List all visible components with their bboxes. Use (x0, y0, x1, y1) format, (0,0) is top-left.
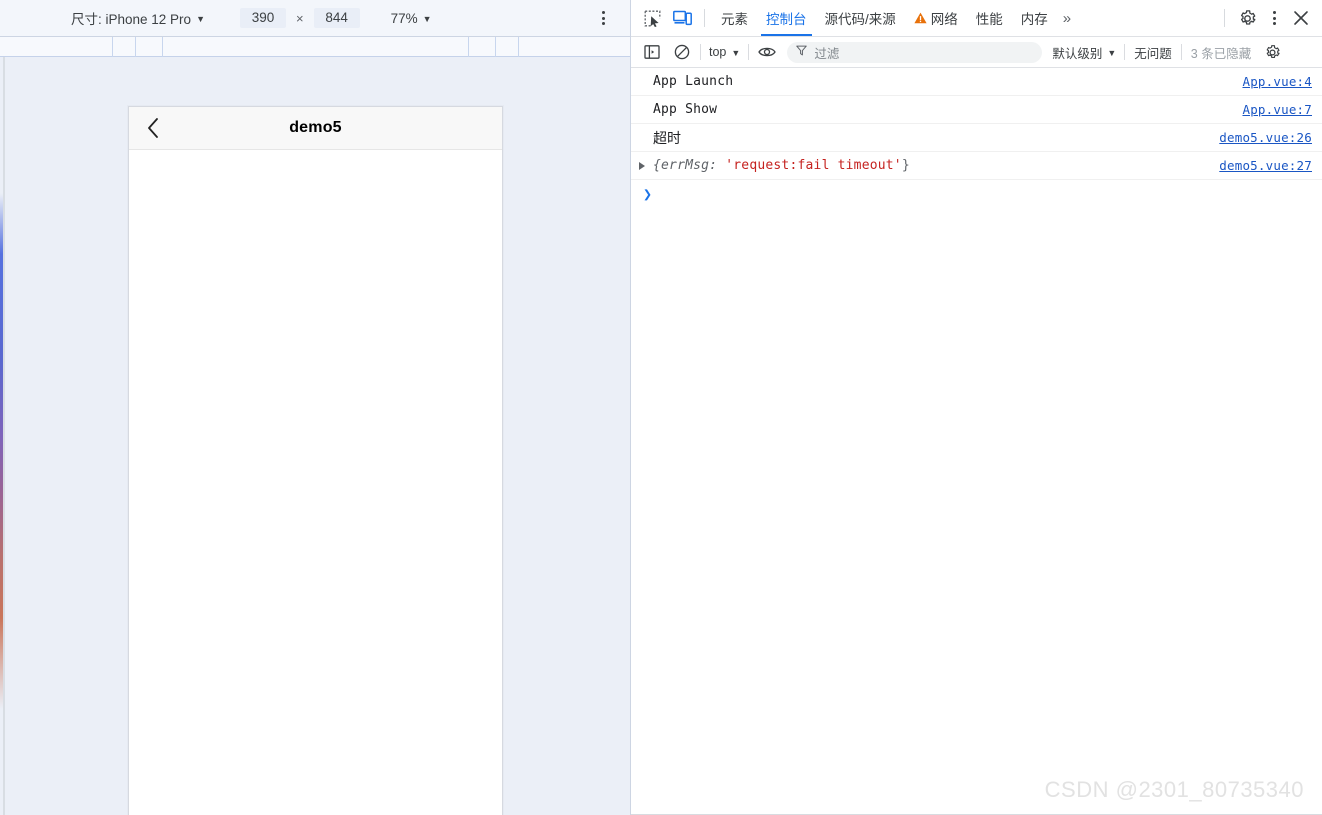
device-preset-label: 尺寸: iPhone 12 Pro (71, 12, 192, 27)
device-preset-select[interactable]: 尺寸: iPhone 12 Pro ▼ (66, 7, 210, 30)
expand-triangle-icon[interactable] (639, 161, 645, 170)
watermark: CSDN @2301_80735340 (1044, 777, 1304, 802)
console-message-text: 超时 (653, 129, 681, 146)
toggle-device-toolbar-icon[interactable] (668, 4, 696, 32)
console-source-link[interactable]: App.vue:4 (1228, 74, 1312, 89)
device-toolbar: 尺寸: iPhone 12 Pro ▼ 390 × 844 77% ▼ (0, 0, 630, 37)
close-icon[interactable] (1287, 4, 1315, 32)
dimension-separator: × (296, 10, 304, 26)
console-source-link[interactable]: demo5.vue:27 (1205, 158, 1312, 173)
execution-context-label: top (709, 45, 727, 59)
execution-context-select[interactable]: top ▼ (704, 41, 745, 63)
console-message-text: App Launch (653, 74, 734, 89)
console-source-link[interactable]: demo5.vue:26 (1205, 130, 1312, 145)
log-level-label: 默认级别 (1052, 46, 1103, 61)
toolbar-divider (1180, 44, 1182, 60)
emulation-canvas: demo5 (0, 57, 630, 815)
toolbar-divider (704, 9, 705, 27)
object-key: {errMsg: (653, 158, 726, 173)
chevron-down-icon: ▼ (731, 47, 741, 58)
tab-label: 网络 (930, 12, 958, 27)
clear-console-icon[interactable] (668, 38, 696, 66)
log-level-select[interactable]: 默认级别 ▼ (1047, 41, 1121, 63)
toolbar-divider (700, 44, 701, 60)
page-title: demo5 (289, 119, 342, 136)
inspect-element-icon[interactable] (638, 4, 666, 32)
console-message-row[interactable]: App Show App.vue:7 (631, 96, 1322, 124)
tab-memory[interactable]: 内存 (1012, 0, 1057, 36)
devtools-tabbar: 元素 控制台 源代码/来源 网络 性能 内存 » (631, 0, 1322, 37)
devtools-panel: 元素 控制台 源代码/来源 网络 性能 内存 » top ▼ 过滤 默认级别 ▼… (630, 0, 1322, 815)
toolbar-divider (748, 44, 750, 60)
tab-label: 控制台 (766, 12, 807, 27)
device-toolbar-more-button[interactable] (592, 7, 614, 29)
chevron-down-icon: ▼ (196, 13, 205, 24)
tab-network[interactable]: 网络 (905, 0, 967, 36)
console-input-prompt[interactable]: ❯ (631, 180, 1322, 208)
zoom-select[interactable]: 77% ▼ (386, 7, 437, 30)
console-message-text: App Show (653, 102, 718, 117)
chevron-left-icon[interactable] (141, 116, 165, 140)
chevron-down-icon: ▼ (1107, 47, 1117, 58)
console-message-row[interactable]: App Launch App.vue:4 (631, 68, 1322, 96)
phone-page-content (129, 150, 502, 815)
gear-icon[interactable] (1233, 4, 1261, 32)
tab-sources[interactable]: 源代码/来源 (816, 0, 905, 36)
device-emulation-pane: 尺寸: iPhone 12 Pro ▼ 390 × 844 77% ▼ demo… (0, 0, 630, 815)
console-filter-toolbar: top ▼ 过滤 默认级别 ▼ 无问题 3 条已隐藏 (631, 37, 1322, 68)
console-message-row-object[interactable]: {errMsg: 'request:fail timeout'} demo5.v… (631, 152, 1322, 180)
device-width-input[interactable]: 390 (240, 8, 286, 28)
toolbar-divider (1124, 44, 1126, 60)
devtools-toolbar-actions (1217, 4, 1316, 32)
object-string-value: 'request:fail timeout' (725, 158, 902, 173)
tab-elements[interactable]: 元素 (712, 0, 757, 36)
tab-console[interactable]: 控制台 (757, 0, 816, 36)
phone-viewport[interactable]: demo5 (128, 106, 503, 815)
chevron-down-icon: ▼ (422, 13, 432, 24)
filter-input[interactable]: 过滤 (787, 41, 1043, 63)
console-message-object: {errMsg: 'request:fail timeout'} (653, 158, 1205, 173)
more-tabs-chevron-icon[interactable]: » (1057, 10, 1075, 27)
issues-status[interactable]: 无问题 (1128, 43, 1178, 62)
devtools-window: 尺寸: iPhone 12 Pro ▼ 390 × 844 77% ▼ demo… (0, 0, 1322, 815)
horizontal-ruler (0, 37, 630, 57)
zoom-label: 77% (390, 10, 418, 26)
page-edge-divider (3, 57, 5, 815)
device-height-input[interactable]: 844 (313, 8, 360, 28)
phone-navbar: demo5 (129, 107, 502, 150)
live-expression-icon[interactable] (753, 38, 781, 66)
console-sidebar-icon[interactable] (638, 38, 666, 66)
console-source-link[interactable]: App.vue:7 (1228, 102, 1312, 117)
tab-label: 性能 (975, 12, 1003, 27)
tab-performance[interactable]: 性能 (967, 0, 1012, 36)
object-close-brace: } (901, 158, 910, 173)
warning-triangle-icon (914, 12, 927, 24)
tab-label: 源代码/来源 (824, 12, 896, 27)
tab-label: 内存 (1020, 12, 1048, 27)
console-settings-icon[interactable] (1258, 38, 1286, 66)
console-message-list[interactable]: App Launch App.vue:4 App Show App.vue:7 … (631, 68, 1322, 815)
filter-placeholder: 过滤 (814, 46, 840, 61)
hidden-messages-count[interactable]: 3 条已隐藏 (1185, 43, 1257, 62)
filter-funnel-icon (796, 43, 808, 61)
console-message-row[interactable]: 超时 demo5.vue:26 (631, 124, 1322, 152)
prompt-chevron-icon: ❯ (643, 185, 653, 203)
toolbar-divider (1224, 9, 1225, 27)
devtools-more-options-icon[interactable] (1262, 6, 1286, 30)
tab-label: 元素 (721, 12, 748, 27)
